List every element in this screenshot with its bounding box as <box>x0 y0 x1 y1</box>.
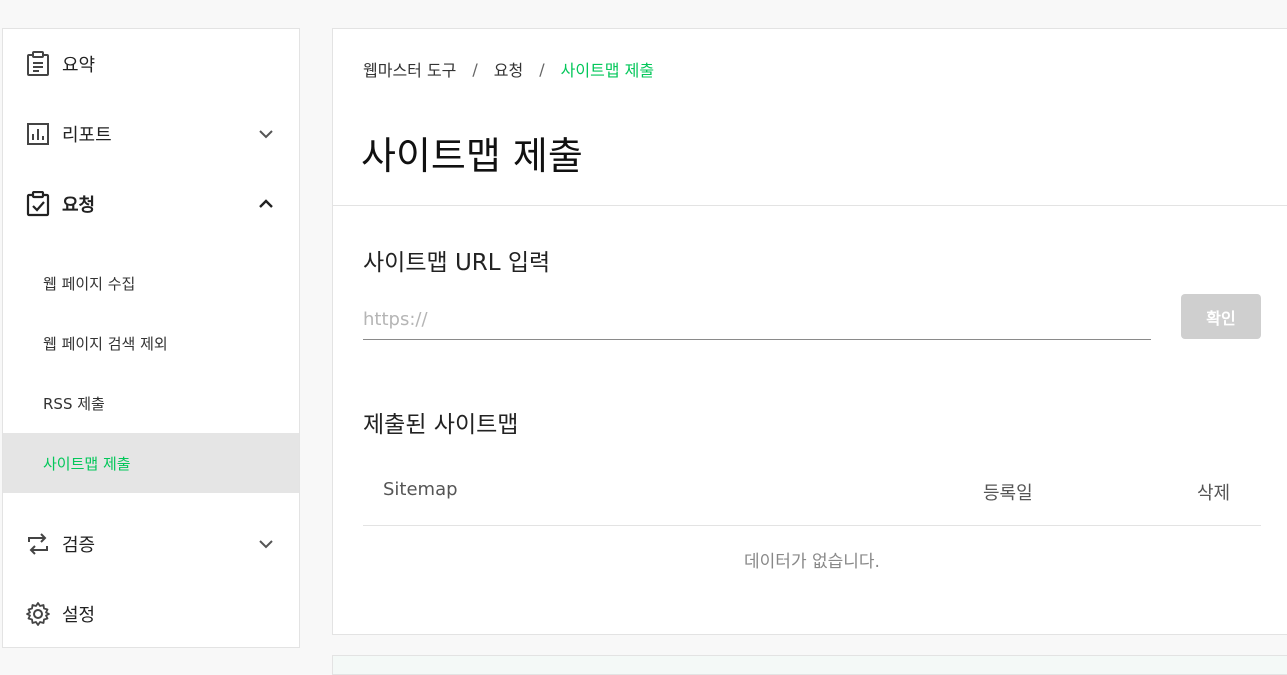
submitted-section-title: 제출된 사이트맵 <box>363 412 519 438</box>
repeat-icon <box>25 531 51 557</box>
sub-item-web-page-exclude[interactable]: 웹 페이지 검색 제외 <box>3 313 299 373</box>
breadcrumb: 웹마스터 도구 / 요청 / 사이트맵 제출 <box>363 57 654 81</box>
sidebar: 요약 리포트 요청 웹 페이지 수집 웹 페이지 검색 제외 RSS 제출 사이… <box>2 28 300 648</box>
sub-item-web-page-collect[interactable]: 웹 페이지 수집 <box>3 253 299 313</box>
sub-item-rss-submit[interactable]: RSS 제출 <box>3 373 299 433</box>
column-delete: 삭제 <box>1197 483 1231 504</box>
chevron-down-icon <box>259 130 273 139</box>
empty-message: 데이터가 없습니다. <box>744 552 880 572</box>
column-sitemap: Sitemap <box>383 479 458 500</box>
sub-label: 웹 페이지 검색 제외 <box>43 334 168 353</box>
table-header: Sitemap 등록일 삭제 <box>363 469 1261 526</box>
nav-item-settings[interactable]: 설정 <box>3 579 299 649</box>
sub-label: RSS 제출 <box>43 394 105 413</box>
nav-item-verify[interactable]: 검증 <box>3 509 299 579</box>
nav-item-request[interactable]: 요청 <box>3 169 299 239</box>
nav-label-request: 요청 <box>62 195 96 216</box>
nav-item-report[interactable]: 리포트 <box>3 99 299 169</box>
sub-item-sitemap-submit[interactable]: 사이트맵 제출 <box>3 433 299 493</box>
confirm-button[interactable]: 확인 <box>1181 294 1261 339</box>
nav-label-verify: 검증 <box>62 535 96 556</box>
bottom-panel <box>332 655 1287 675</box>
clipboard-icon <box>25 51 51 77</box>
gear-icon <box>25 601 51 627</box>
bar-chart-icon <box>25 121 51 147</box>
sub-label: 웹 페이지 수집 <box>43 274 136 293</box>
nav-label-settings: 설정 <box>62 605 96 626</box>
nav-label-summary: 요약 <box>62 55 96 76</box>
breadcrumb-root[interactable]: 웹마스터 도구 <box>363 57 456 81</box>
nav-item-summary[interactable]: 요약 <box>3 29 299 99</box>
main-panel: 웹마스터 도구 / 요청 / 사이트맵 제출 사이트맵 제출 사이트맵 URL … <box>332 28 1287 635</box>
sub-label: 사이트맵 제출 <box>43 454 131 473</box>
sitemap-url-input[interactable] <box>363 299 1151 340</box>
breadcrumb-parent[interactable]: 요청 <box>494 57 523 81</box>
url-section-title: 사이트맵 URL 입력 <box>363 250 551 276</box>
divider <box>333 205 1287 206</box>
page-title: 사이트맵 제출 <box>361 134 583 178</box>
nav-label-report: 리포트 <box>62 125 112 146</box>
breadcrumb-current: 사이트맵 제출 <box>560 61 655 80</box>
clipboard-check-icon <box>25 191 51 217</box>
breadcrumb-separator: / <box>472 59 478 79</box>
chevron-up-icon <box>259 199 273 208</box>
breadcrumb-separator: / <box>539 59 545 79</box>
column-registered-date: 등록일 <box>983 483 1033 504</box>
chevron-down-icon <box>259 540 273 549</box>
